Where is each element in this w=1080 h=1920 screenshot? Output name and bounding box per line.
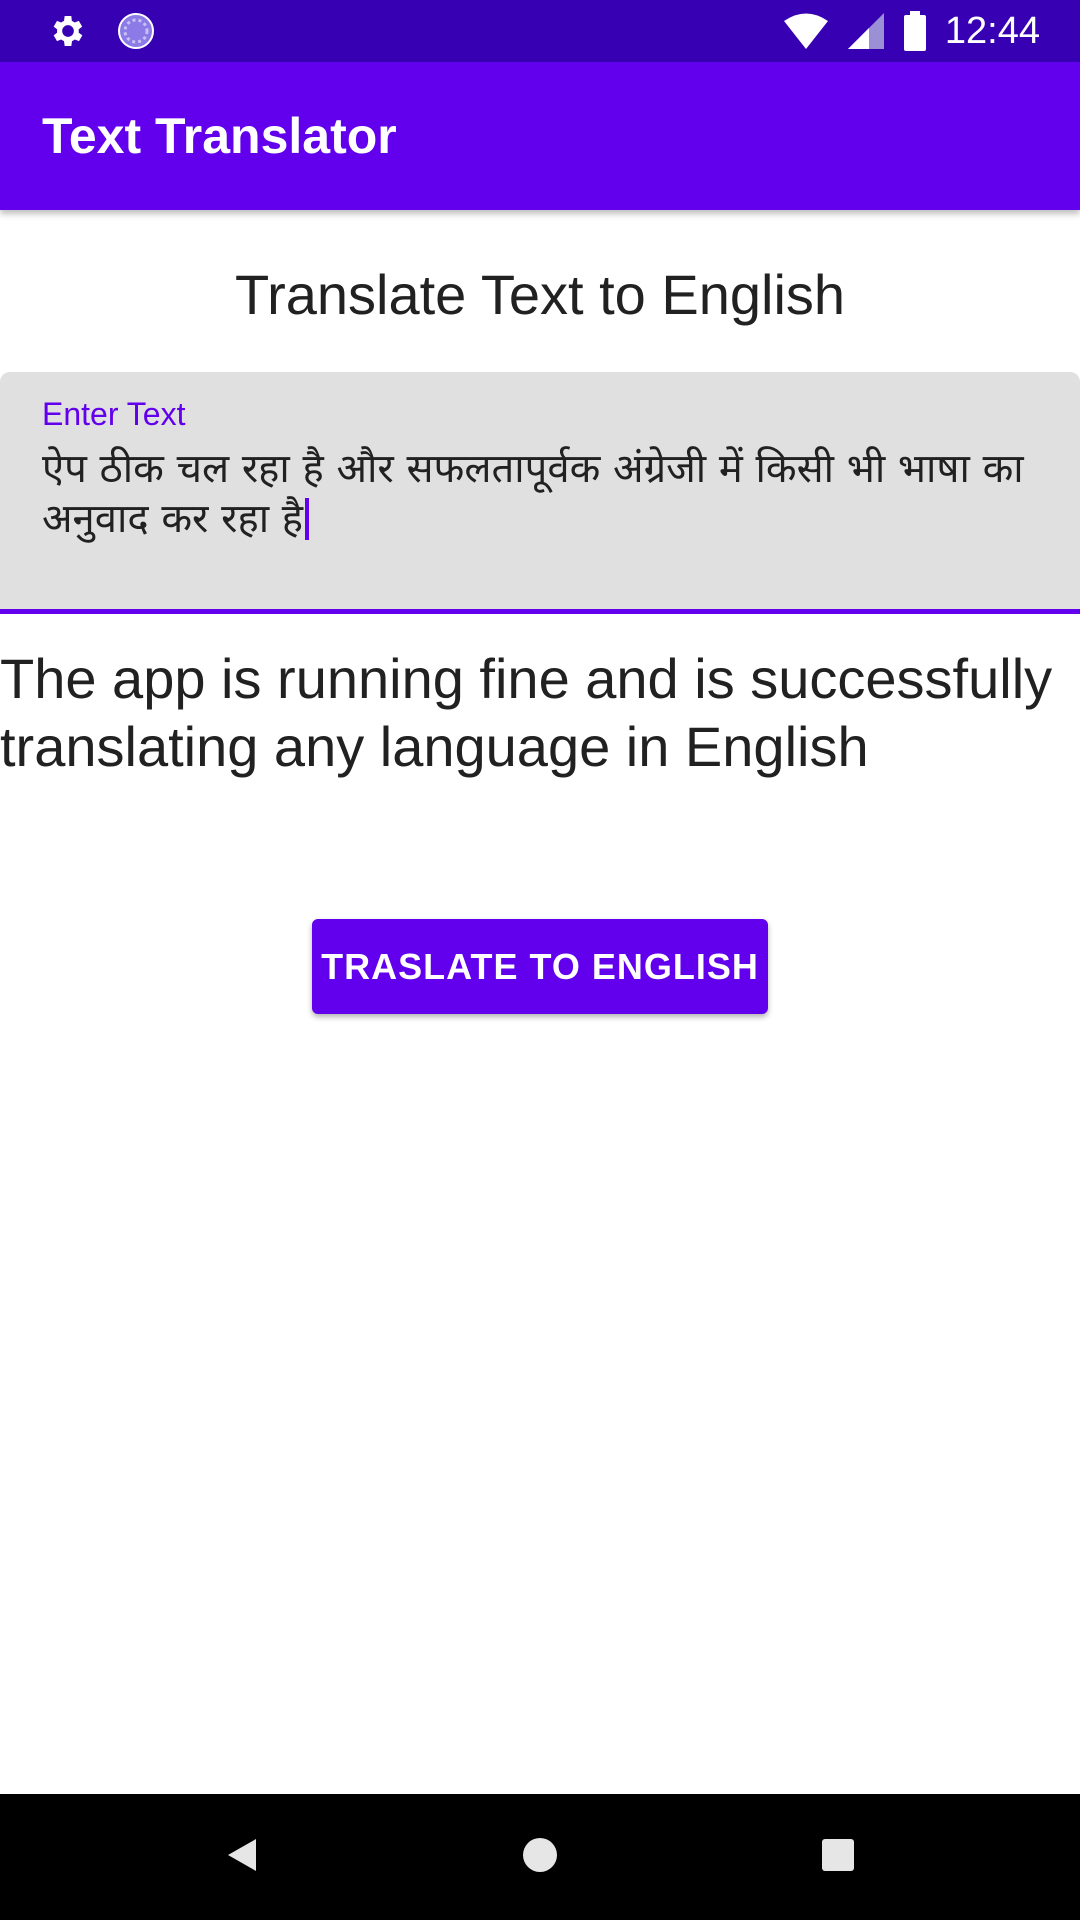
signal-icon	[847, 12, 885, 50]
screen: 12:44 Text Translator Translate Text to …	[0, 0, 1080, 1920]
text-input[interactable]: ऐप ठीक चल रहा है और सफलतापूर्वक अंग्रेजी…	[42, 444, 1052, 544]
battery-icon	[903, 11, 927, 51]
home-icon	[520, 1835, 560, 1880]
recents-button[interactable]	[758, 1794, 918, 1920]
app-bar: Text Translator	[0, 62, 1080, 210]
status-right: 12:44	[783, 10, 1040, 53]
translate-button[interactable]: TRASLATE TO ENGLISH	[312, 919, 768, 1014]
home-button[interactable]	[460, 1794, 620, 1920]
navigation-bar	[0, 1794, 1080, 1920]
back-icon	[222, 1835, 262, 1880]
recents-icon	[818, 1835, 858, 1880]
text-input-label: Enter Text	[42, 396, 186, 432]
text-cursor	[305, 498, 310, 540]
wifi-icon	[783, 12, 829, 50]
loading-icon	[116, 11, 156, 51]
status-time: 12:44	[944, 9, 1040, 52]
text-input-field[interactable]: Enter Text ऐप ठीक चल रहा है और सफलतापूर्…	[0, 372, 1080, 614]
app-title: Text Translator	[42, 108, 397, 164]
page-heading: Translate Text to English	[234, 263, 846, 326]
status-left	[48, 11, 156, 51]
text-input-value: ऐप ठीक चल रहा है और सफलतापूर्वक अंग्रेजी…	[42, 446, 1024, 542]
back-button[interactable]	[162, 1794, 322, 1920]
status-bar: 12:44	[0, 0, 1080, 62]
settings-icon	[48, 11, 88, 51]
translated-text: The app is running fine and is successfu…	[0, 647, 1053, 778]
